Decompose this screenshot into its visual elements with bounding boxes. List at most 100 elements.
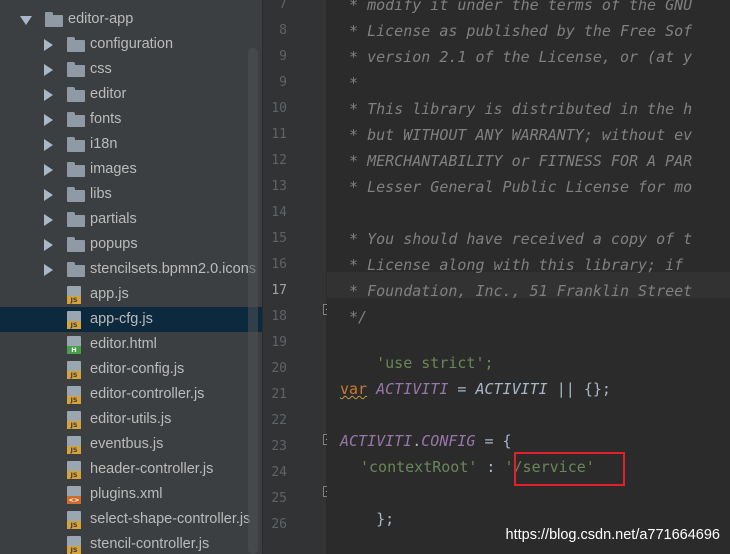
- tree-file-item[interactable]: <> plugins.xml: [0, 482, 262, 507]
- file-icon: H: [67, 336, 83, 354]
- tree-file-item[interactable]: JS editor-config.js: [0, 357, 262, 382]
- folder-icon: [67, 37, 85, 52]
- tree-folder-item[interactable]: popups: [0, 232, 262, 257]
- tree-folder-label: stencilsets.bpmn2.0.icons: [90, 261, 257, 277]
- chevron-right-icon[interactable]: [44, 214, 53, 226]
- line-number: 10: [271, 101, 287, 116]
- tree-folder-item[interactable]: configuration: [0, 32, 262, 57]
- context-root-key: 'contextRoot': [360, 458, 478, 476]
- line-number: 16: [271, 257, 287, 272]
- chevron-right-icon[interactable]: [44, 89, 53, 101]
- tree-folder-item[interactable]: partials: [0, 207, 262, 232]
- folder-icon: [67, 112, 85, 127]
- tree-file-label: editor-config.js: [90, 361, 185, 377]
- comment-line: * version 2.1 of the License, or (at y: [340, 48, 693, 66]
- file-icon: JS: [67, 461, 83, 479]
- comment-line: * You should have received a copy of t: [340, 230, 693, 248]
- tree-folder-label: libs: [90, 186, 112, 202]
- chevron-right-icon[interactable]: [44, 39, 53, 51]
- tree-file-item[interactable]: Heditor.html: [0, 332, 262, 357]
- file-icon: JS: [67, 411, 83, 429]
- tree-folder-item[interactable]: i18n: [0, 132, 262, 157]
- tree-folder-label: partials: [90, 211, 137, 227]
- folder-icon: [67, 162, 85, 177]
- config-object: ACTIVITI: [340, 432, 413, 450]
- line-number: 13: [271, 179, 287, 194]
- tree-file-item[interactable]: JS stencil-controller.js: [0, 532, 262, 554]
- comment-line: * MERCHANTABILITY or FITNESS FOR A PAR: [340, 152, 693, 170]
- folder-icon: [67, 187, 85, 202]
- folder-icon: [67, 87, 85, 102]
- line-number: 21: [271, 387, 287, 402]
- tree-file-label: app-cfg.js: [90, 311, 153, 327]
- line-number: 11: [271, 127, 287, 142]
- line-number: 14: [271, 205, 287, 220]
- tree-folder-item[interactable]: css: [0, 57, 262, 82]
- tree-file-item[interactable]: JS header-controller.js: [0, 457, 262, 482]
- line-number: 9: [279, 49, 287, 64]
- chevron-right-icon[interactable]: [44, 264, 53, 276]
- chevron-right-icon[interactable]: [44, 239, 53, 251]
- project-tree[interactable]: editor-app configuration css editor fonts i1…: [0, 0, 262, 554]
- line-number: 7: [279, 0, 287, 12]
- comment-line: *: [340, 74, 359, 92]
- line-number: 19: [271, 335, 287, 350]
- use-strict-string: 'use strict';: [376, 354, 494, 372]
- tree-scrollbar[interactable]: [248, 48, 258, 554]
- line-number: 22: [271, 413, 287, 428]
- folder-icon: [67, 262, 85, 277]
- colon-operator: :: [477, 458, 505, 476]
- tree-file-item[interactable]: JS eventbus.js: [0, 432, 262, 457]
- chevron-down-icon[interactable]: [20, 16, 32, 25]
- tree-file-item[interactable]: JS app.js: [0, 282, 262, 307]
- tree-folder-item[interactable]: editor: [0, 82, 262, 107]
- comment-line: * Lesser General Public License for mo: [340, 178, 693, 196]
- chevron-right-icon[interactable]: [44, 164, 53, 176]
- file-icon: JS: [67, 536, 83, 554]
- folder-icon: [67, 212, 85, 227]
- line-number: 15: [271, 231, 287, 246]
- editor-gutter: 7 8 9 9 10 11 12 13 14 15 16 17 18 19 20 21 22 23 24 25 26: [262, 0, 326, 554]
- tree-folder-item[interactable]: stencilsets.bpmn2.0.icons: [0, 257, 262, 282]
- line-number: 25: [271, 491, 287, 506]
- tree-folder-editor-app[interactable]: editor-app: [0, 7, 262, 32]
- object-open: = {: [475, 432, 512, 450]
- tree-folder-label: configuration: [90, 36, 174, 52]
- line-number: 9: [279, 75, 287, 90]
- tree-file-label: app.js: [90, 286, 129, 302]
- tree-folder-label: fonts: [90, 111, 122, 127]
- tree-file-label: editor-utils.js: [90, 411, 172, 427]
- chevron-right-icon[interactable]: [44, 189, 53, 201]
- file-icon: JS: [67, 386, 83, 404]
- folder-icon: [67, 62, 85, 77]
- comment-line: * License as published by the Free Sof: [340, 22, 693, 40]
- line-number: 8: [279, 23, 287, 38]
- tree-folder-label: popups: [90, 236, 138, 252]
- tree-file-item[interactable]: JS editor-utils.js: [0, 407, 262, 432]
- tree-folder-label: css: [90, 61, 112, 77]
- file-icon: JS: [67, 286, 83, 304]
- tree-file-label: select-shape-controller.js: [90, 511, 251, 527]
- comment-line: * This library is distributed in the h: [340, 100, 693, 118]
- watermark-url: https://blog.csdn.net/a771664696: [505, 527, 720, 543]
- tree-folder-item[interactable]: images: [0, 157, 262, 182]
- chevron-right-icon[interactable]: [44, 64, 53, 76]
- activiti-reference: ACTIVITI: [475, 380, 548, 398]
- file-icon: JS: [67, 436, 83, 454]
- config-property: CONFIG: [421, 432, 476, 450]
- tree-file-label: editor.html: [90, 336, 157, 352]
- chevron-right-icon[interactable]: [44, 114, 53, 126]
- folder-icon: [67, 137, 85, 152]
- code-line-25: };: [340, 480, 394, 528]
- file-icon: JS: [67, 361, 83, 379]
- tree-file-item[interactable]: JS editor-controller.js: [0, 382, 262, 407]
- tree-file-item[interactable]: JS select-shape-controller.js: [0, 507, 262, 532]
- tree-folder-item[interactable]: libs: [0, 182, 262, 207]
- tree-file-item[interactable]: JS app-cfg.js: [0, 307, 262, 332]
- code-line-21: var ACTIVITI = ACTIVITI || {};: [340, 376, 611, 402]
- tree-file-label: plugins.xml: [90, 486, 163, 502]
- tree-folder-item[interactable]: fonts: [0, 107, 262, 132]
- line-number: 18: [271, 309, 287, 324]
- chevron-right-icon[interactable]: [44, 139, 53, 151]
- tree-folder-label: editor-app: [68, 11, 134, 27]
